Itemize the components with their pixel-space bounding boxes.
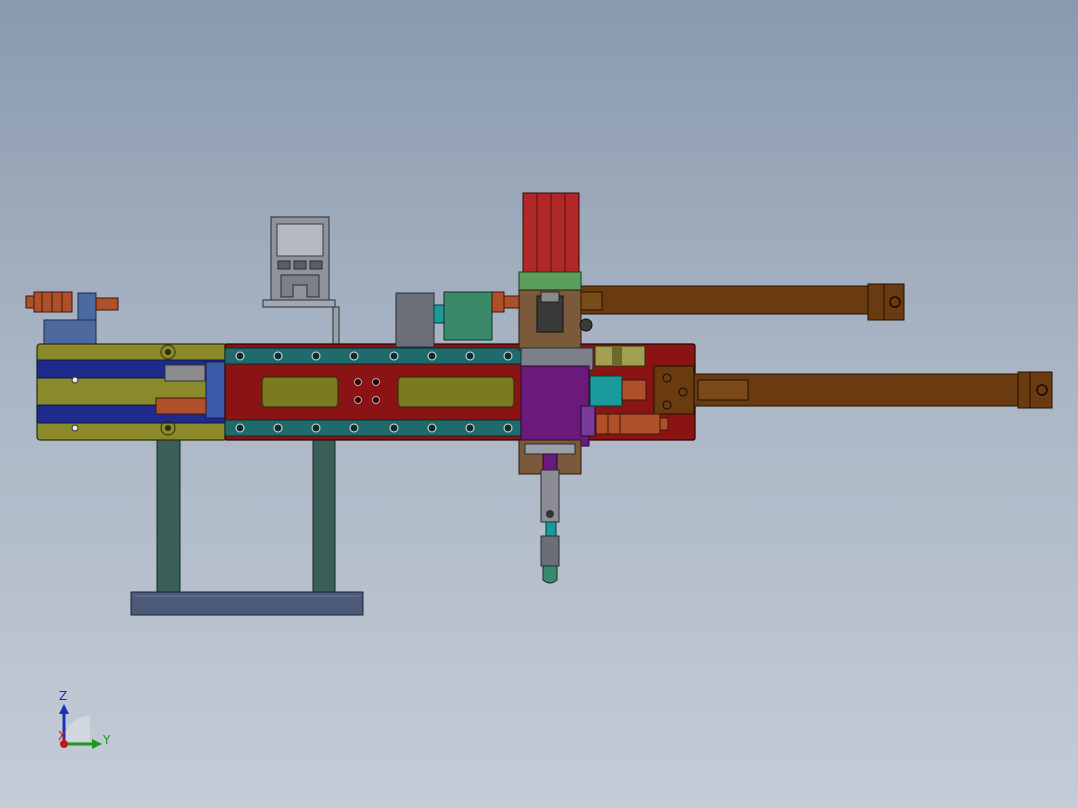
controller-mount-plate [262,299,336,308]
controller-key-2 [293,260,307,270]
rod-mount [653,365,695,415]
z-axis-label: Z [59,689,67,703]
cad-viewport[interactable]: Z Y X [0,0,1078,808]
upper-guide-rod[interactable] [579,283,905,321]
probe-collar [542,453,558,471]
valve-block [77,292,97,322]
purple-block [520,365,590,447]
olive-rail [36,343,228,441]
window-right [397,376,515,408]
fitting-tip [25,295,35,309]
stand[interactable] [130,437,364,616]
slider-block [205,361,227,419]
left-valve-assembly[interactable] [25,291,119,346]
green-valve [443,291,493,341]
y-axis-label: Y [102,733,111,747]
fitting-rail [155,397,207,415]
fitting-body [33,291,73,313]
stand-base-foot [130,591,364,616]
actuator-valve[interactable] [395,291,521,348]
lower-guide-rod[interactable] [653,365,1053,415]
window-left [261,376,339,408]
controller-post [332,306,340,346]
probe-joint [545,521,557,537]
rail-hole [71,424,79,432]
controller-unit[interactable] [262,216,340,346]
stand-leg-left [156,437,181,597]
controller-key-1 [277,260,291,270]
x-axis-label: X [58,729,66,743]
upper-rod-body [579,285,873,315]
fitting-outlet [95,297,119,311]
teal-fitting [589,375,623,407]
valve-fitting [491,291,505,313]
probe-tip-body [540,535,560,567]
teal-strip-top [224,347,526,365]
rail-hole [71,376,79,384]
spring-rod [164,364,206,382]
copper-fitting [595,413,661,435]
controller-display [276,223,324,257]
axis-triad: Z Y X [58,689,111,749]
valve-base [43,319,97,346]
left-rail-body[interactable] [36,343,243,441]
stand-leg-right [312,437,336,597]
triad-plane [64,716,90,742]
gray-housing [395,292,435,348]
teal-strip-bottom [224,419,526,437]
green-collar [518,271,582,293]
assembly-drawing: Z Y X [25,192,1053,749]
upper-rod-end [867,283,905,321]
probe-tip [542,565,558,584]
controller-key-3 [309,260,323,270]
vertical-carriage[interactable] [518,192,596,584]
